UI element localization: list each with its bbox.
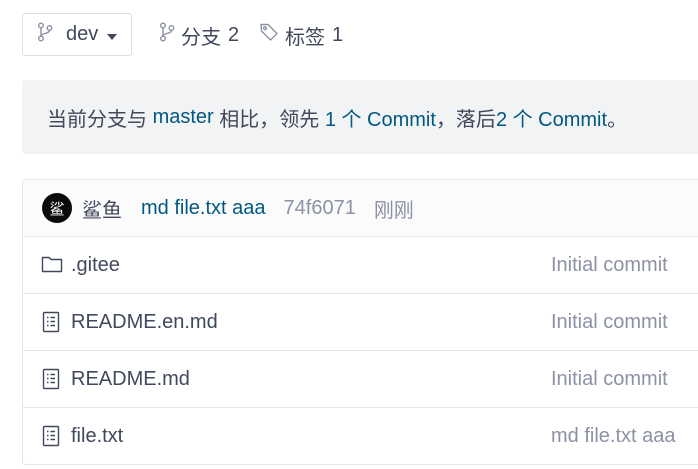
branches-count: 2 bbox=[228, 23, 240, 46]
file-last-commit-link[interactable]: md file.txt aaa bbox=[551, 425, 676, 448]
commit-message-link[interactable]: md file.txt aaa bbox=[141, 197, 266, 220]
file-text-icon bbox=[41, 311, 61, 339]
file-text-icon bbox=[41, 425, 61, 453]
file-name-link[interactable]: README.md bbox=[71, 368, 190, 391]
tags-link[interactable]: 标签 1 bbox=[259, 21, 343, 49]
table-row[interactable]: README.en.md Initial commit bbox=[23, 294, 698, 351]
branch-icon bbox=[37, 22, 53, 47]
current-branch-label: dev bbox=[66, 23, 99, 45]
branches-label: 分支 bbox=[181, 26, 221, 49]
file-last-commit-link[interactable]: Initial commit bbox=[551, 368, 668, 391]
ahead-commits-link[interactable]: 1 个 Commit bbox=[325, 103, 436, 132]
table-row[interactable]: file.txt md file.txt aaa bbox=[23, 408, 698, 464]
behind-commits-link[interactable]: 2 个 Commit bbox=[496, 103, 607, 132]
branch-compare-banner: 当前分支与 master 相比，领先 1 个 Commit ，落后 2 个 Co… bbox=[22, 80, 698, 154]
branch-icon bbox=[159, 22, 175, 48]
caret-down-icon bbox=[107, 27, 118, 45]
branches-link[interactable]: 分支 2 bbox=[159, 21, 239, 49]
file-last-commit-link[interactable]: Initial commit bbox=[551, 254, 668, 277]
table-row[interactable]: .gitee Initial commit bbox=[23, 237, 698, 294]
file-last-commit-link[interactable]: Initial commit bbox=[551, 311, 668, 334]
banner-middle-text-2: ，落后 bbox=[435, 108, 496, 131]
folder-icon bbox=[41, 254, 63, 280]
file-name-link[interactable]: file.txt bbox=[71, 425, 123, 448]
tag-icon bbox=[259, 22, 279, 48]
file-name-link[interactable]: README.en.md bbox=[71, 311, 218, 334]
base-branch-link[interactable]: master bbox=[153, 106, 214, 129]
banner-suffix: 。 bbox=[607, 108, 628, 131]
file-list: 鲨 鲨鱼 md file.txt aaa 74f6071 刚刚 .gitee I… bbox=[22, 179, 698, 465]
commit-time: 刚刚 bbox=[373, 199, 414, 222]
commit-sha-link[interactable]: 74f6071 bbox=[284, 197, 356, 220]
avatar[interactable]: 鲨 bbox=[42, 193, 72, 223]
commit-author[interactable]: 鲨鱼 bbox=[82, 194, 122, 223]
file-name-link[interactable]: .gitee bbox=[71, 254, 120, 277]
tags-label: 标签 bbox=[285, 26, 325, 49]
branch-selector-button[interactable]: dev bbox=[22, 13, 132, 56]
tags-count: 1 bbox=[332, 23, 344, 46]
banner-middle-text: 相比，领先 bbox=[213, 108, 325, 131]
banner-prefix: 当前分支与 bbox=[47, 108, 153, 131]
file-text-icon bbox=[41, 368, 61, 396]
table-row[interactable]: README.md Initial commit bbox=[23, 351, 698, 408]
latest-commit-row: 鲨 鲨鱼 md file.txt aaa 74f6071 刚刚 bbox=[23, 180, 698, 237]
